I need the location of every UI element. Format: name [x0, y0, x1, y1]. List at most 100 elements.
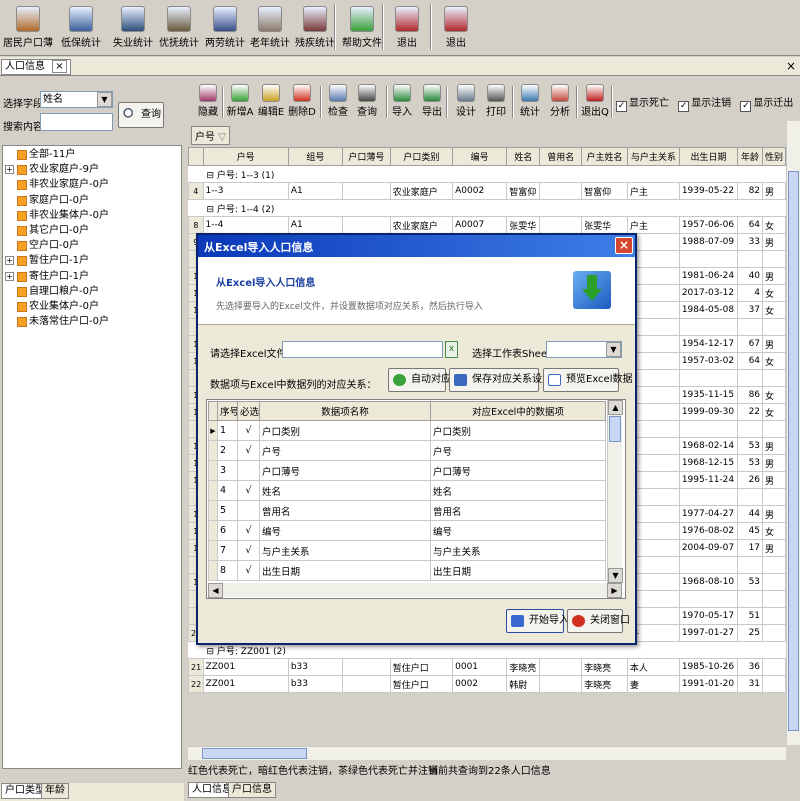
collapse-icon[interactable]: ⊟ — [207, 205, 217, 215]
mapping-cell-excel[interactable]: 与户主关系 — [430, 540, 606, 561]
table-cell[interactable] — [678, 488, 739, 506]
table-cell[interactable]: 本人 — [626, 658, 680, 676]
column-header[interactable]: 年龄 — [737, 147, 764, 166]
row-indicator[interactable]: 22 — [188, 675, 204, 693]
table-cell[interactable]: 53 — [737, 437, 764, 455]
collapse-icon[interactable]: ⊟ — [207, 171, 217, 181]
column-header[interactable]: 编号 — [452, 147, 508, 166]
tab-population-info[interactable]: 人口信息 × — [1, 59, 71, 75]
scroll-up-icon[interactable]: ▲ — [608, 400, 623, 415]
mapping-row[interactable]: 6 √ 编号 编号 — [208, 520, 606, 541]
table-cell[interactable]: 2004-09-07 — [678, 539, 739, 557]
mapping-cell-excel[interactable]: 姓名 — [430, 480, 606, 501]
table-cell[interactable]: 1--3 — [202, 182, 289, 200]
table-cell[interactable]: 男 — [762, 471, 786, 489]
table-cell[interactable] — [762, 420, 786, 438]
tree-node[interactable]: 空户口-0户 — [3, 238, 181, 253]
table-cell[interactable]: ZZ001 — [202, 675, 289, 693]
table-cell[interactable]: 农业家庭户 — [389, 216, 454, 234]
mapping-cell-excel[interactable]: 户号 — [430, 440, 606, 461]
table-cell[interactable]: 82 — [737, 182, 764, 200]
table-cell[interactable]: 0001 — [452, 658, 508, 676]
records-toolbar-button-0[interactable]: 隐藏 — [192, 84, 224, 118]
table-cell[interactable]: 67 — [737, 335, 764, 353]
table-cell[interactable]: 妻 — [626, 675, 680, 693]
search-button[interactable]: 查询 — [118, 102, 164, 128]
table-cell[interactable] — [341, 658, 391, 676]
table-row[interactable]: 22 ZZ001 b33 暂住户口 0002 韩尉 李晓亮妻 1991-01-20 31 — [188, 675, 786, 693]
table-cell[interactable] — [539, 182, 583, 200]
scrollbar-thumb[interactable] — [609, 416, 621, 442]
toolbar-button-8[interactable]: 退出 — [388, 2, 426, 52]
expand-icon[interactable]: + — [5, 165, 14, 175]
table-cell[interactable]: 户主 — [626, 216, 680, 234]
mapping-cell-excel[interactable]: 编号 — [430, 520, 606, 541]
table-cell[interactable]: 户主 — [626, 182, 680, 200]
grid-vertical-scrollbar[interactable] — [786, 121, 800, 745]
dialog-title-bar[interactable]: 从Excel导入人口信息 × — [198, 235, 635, 257]
mapping-column-header[interactable]: 序号 — [217, 401, 238, 421]
table-cell[interactable] — [678, 318, 739, 336]
records-toolbar-button-1[interactable]: 新增A — [224, 84, 256, 118]
toolbar-button-9[interactable]: 退出 — [437, 2, 475, 52]
table-row[interactable]: 21 ZZ001 b33 暂住户口 0001 李晓亮 李晓亮 本人 1985-10-26 36 — [188, 658, 786, 676]
table-cell[interactable] — [737, 590, 764, 608]
table-cell[interactable]: 暂住户口 — [389, 675, 454, 693]
table-cell[interactable]: 智富仰 — [506, 182, 541, 200]
show-moved-checkbox[interactable]: ✓ 显示迁出 — [740, 98, 793, 112]
table-cell[interactable] — [737, 318, 764, 336]
table-cell[interactable]: 女 — [762, 216, 786, 234]
table-cell[interactable]: 1968-08-10 — [678, 573, 739, 591]
grid-horizontal-scrollbar[interactable] — [188, 746, 786, 760]
table-cell[interactable]: 智富仰 — [581, 182, 628, 200]
mapping-row[interactable]: ▶ 1 √ 户口类别 户口类别 — [208, 420, 606, 441]
column-header[interactable]: 曾用名 — [539, 147, 583, 166]
close-window-button[interactable]: 关闭窗口 — [567, 609, 630, 633]
window-close-icon[interactable]: × — [786, 59, 796, 73]
table-cell[interactable]: 1999-09-30 — [678, 403, 739, 421]
tab-household[interactable]: 户口信息 — [228, 782, 276, 798]
toolbar-button-6[interactable]: 残疾统计 — [293, 2, 337, 52]
table-cell[interactable]: 张雯华 — [506, 216, 541, 234]
table-cell[interactable]: 2017-03-12 — [678, 284, 739, 302]
mapping-column-header[interactable]: 数据项名称 — [259, 401, 431, 421]
records-toolbar-button-6[interactable]: 导入 — [386, 84, 418, 118]
table-cell[interactable] — [737, 488, 764, 506]
start-import-button[interactable]: 开始导入 — [506, 609, 569, 633]
table-cell[interactable] — [762, 488, 786, 506]
table-cell[interactable] — [678, 556, 739, 574]
table-cell[interactable]: 1976-08-02 — [678, 522, 739, 540]
table-cell[interactable] — [762, 675, 786, 693]
table-cell[interactable]: 男 — [762, 182, 786, 200]
table-cell[interactable] — [762, 318, 786, 336]
close-icon[interactable]: × — [52, 60, 67, 73]
table-cell[interactable]: 33 — [737, 233, 764, 251]
table-cell[interactable]: 女 — [762, 352, 786, 370]
table-cell[interactable]: 1991-01-20 — [678, 675, 739, 693]
mapping-column-header[interactable]: 必选 — [237, 401, 260, 421]
column-header[interactable]: 户口薄号 — [341, 147, 391, 166]
scrollbar-thumb[interactable] — [202, 748, 307, 759]
table-cell[interactable] — [678, 250, 739, 268]
chevron-down-icon[interactable]: ▼ — [606, 342, 621, 357]
table-cell[interactable]: b33 — [287, 658, 343, 676]
table-cell[interactable]: 0002 — [452, 675, 508, 693]
tree-node[interactable]: 自理口粮户-0户 — [3, 284, 181, 299]
toolbar-button-4[interactable]: 两劳统计 — [204, 2, 246, 52]
tree-node[interactable]: 其它户口-0户 — [3, 223, 181, 238]
table-cell[interactable]: 45 — [737, 522, 764, 540]
scroll-left-icon[interactable]: ◀ — [208, 583, 223, 598]
tree-node[interactable]: 家庭户口-0户 — [3, 193, 181, 208]
table-cell[interactable] — [678, 590, 739, 608]
table-cell[interactable] — [341, 216, 391, 234]
table-cell[interactable]: b33 — [287, 675, 343, 693]
table-cell[interactable]: 37 — [737, 301, 764, 319]
tree-node[interactable]: + 暂住户口-1户 — [3, 253, 181, 268]
table-cell[interactable]: 1997-01-27 — [678, 624, 739, 642]
table-cell[interactable]: 女 — [762, 386, 786, 404]
table-cell[interactable]: 86 — [737, 386, 764, 404]
table-cell[interactable]: 女 — [762, 284, 786, 302]
table-cell[interactable]: 1988-07-09 — [678, 233, 739, 251]
mapping-cell-excel[interactable]: 户口类别 — [430, 420, 606, 441]
table-cell[interactable]: 4 — [737, 284, 764, 302]
